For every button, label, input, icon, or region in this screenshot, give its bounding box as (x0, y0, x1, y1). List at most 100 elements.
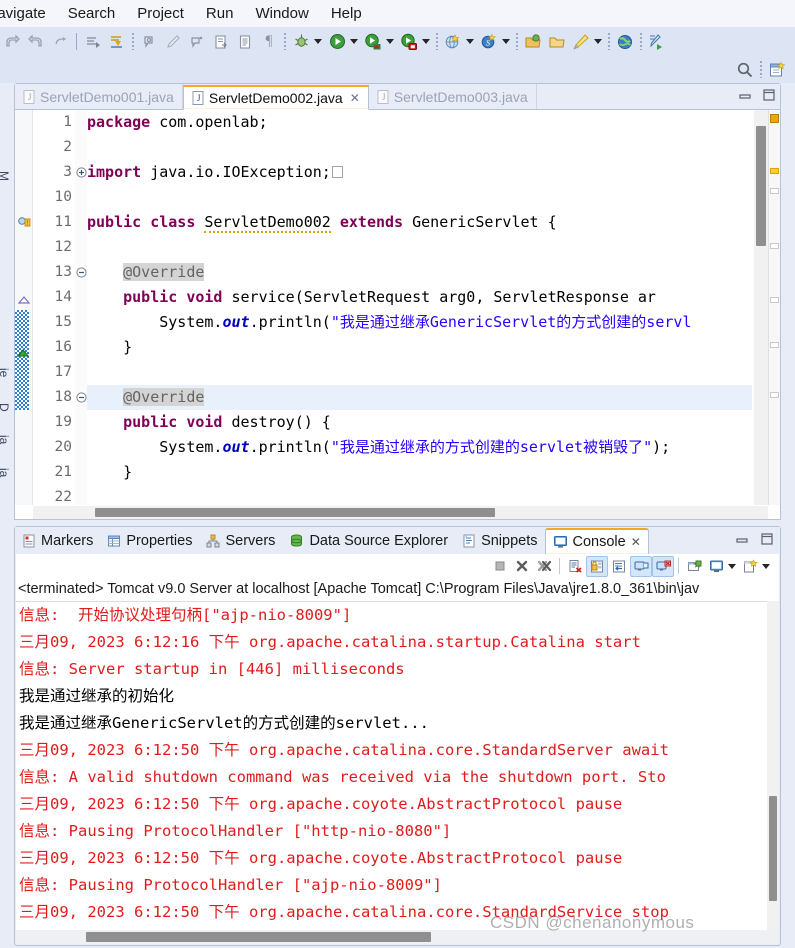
menu-item-run[interactable]: Run (195, 5, 245, 22)
menu-item-project[interactable]: Project (126, 5, 195, 22)
console-hscroll-thumb[interactable] (86, 932, 431, 942)
editor-horizontal-scrollbar[interactable] (33, 506, 768, 519)
console-vscroll-thumb[interactable] (769, 796, 777, 901)
remove-all-terminated-icon[interactable] (533, 556, 555, 577)
left-stub-label-4[interactable]: ja (0, 468, 11, 477)
menu-item-window[interactable]: Window (244, 5, 319, 22)
new-window-icon[interactable] (765, 58, 789, 82)
word-wrap-icon[interactable] (608, 556, 630, 577)
new-dynamic-web-project-dropdown-icon[interactable] (466, 39, 474, 44)
debug-dropdown-icon[interactable] (314, 39, 322, 44)
quick-access-icon[interactable] (569, 30, 593, 54)
left-stub-label-3[interactable]: ja (0, 435, 11, 444)
pin-console-icon[interactable] (683, 556, 705, 577)
run-as-server-icon[interactable] (361, 30, 385, 54)
editor-tab-servletdemo003[interactable]: J ServletDemo003.java (369, 84, 537, 109)
left-stub-label-2[interactable]: D (0, 403, 11, 412)
editor-scrollbar-thumb[interactable] (756, 126, 766, 246)
left-stub-label-1[interactable]: je (0, 368, 11, 377)
menu-item-navigate[interactable]: lavigate (0, 5, 57, 22)
bottom-tab-bar: Markers Properties Servers Data Source E… (15, 527, 780, 554)
data-source-explorer-icon (291, 534, 303, 547)
code-line-20: System.out.println("我是通过继承的方式创建的servlet被… (87, 438, 671, 456)
web-browser-icon[interactable] (613, 30, 637, 54)
quick-access-dropdown-icon[interactable] (594, 39, 602, 44)
tab-properties[interactable]: Properties (100, 528, 199, 554)
open-task-icon[interactable] (233, 30, 257, 54)
close-icon[interactable]: ✕ (631, 535, 641, 549)
fold-collapse-icon[interactable] (75, 260, 87, 285)
previous-annotation-icon[interactable] (105, 30, 129, 54)
open-type-icon[interactable] (209, 30, 233, 54)
redo-icon[interactable] (24, 30, 48, 54)
show-console-on-error-icon[interactable] (652, 555, 674, 577)
open-console-dropdown-icon[interactable] (762, 563, 770, 569)
show-console-on-output-icon[interactable] (630, 555, 652, 577)
tab-data-source-explorer[interactable]: Data Source Explorer (282, 528, 455, 554)
editor-tab-servletdemo002[interactable]: J ServletDemo002.java ✕ (182, 85, 369, 110)
source-code-text[interactable]: package com.openlab; import java.io.IOEx… (87, 110, 752, 505)
editor-tab-servletdemo001[interactable]: J ServletDemo001.java (15, 84, 183, 109)
overview-mark[interactable] (770, 188, 779, 194)
minimize-icon (736, 538, 748, 543)
fold-expand-icon[interactable] (75, 160, 87, 185)
console-vertical-scrollbar[interactable] (767, 601, 779, 930)
toggle-mark-occurrences-icon[interactable] (137, 30, 161, 54)
overview-mark[interactable] (770, 392, 779, 398)
scroll-lock-icon[interactable] (586, 555, 608, 577)
code-line-3: import java.io.IOException; (87, 160, 752, 185)
editor-overview-ruler[interactable] (768, 110, 780, 505)
tab-servers[interactable]: Servers (199, 528, 282, 554)
pencil-icon[interactable] (161, 30, 185, 54)
toolbar-dot-separator-6 (640, 33, 642, 50)
run-as-server-dropdown-icon[interactable] (386, 39, 394, 44)
console-horizontal-scrollbar[interactable] (16, 930, 779, 944)
fold-collapse-icon-2[interactable] (75, 385, 87, 410)
run-dropdown-icon[interactable] (350, 39, 358, 44)
last-edit-location-icon[interactable] (48, 30, 72, 54)
editor-marker-ruler[interactable]: ! (15, 110, 33, 505)
debug-icon[interactable] (289, 30, 313, 54)
new-server-dropdown-icon[interactable] (502, 39, 510, 44)
pilcrow-icon[interactable]: ¶ (257, 30, 281, 54)
open-folder-icon[interactable] (545, 30, 569, 54)
stop-server-icon[interactable] (397, 30, 421, 54)
clear-console-icon[interactable] (564, 556, 586, 577)
tab-console[interactable]: Console ✕ (544, 528, 649, 554)
tab-snippets[interactable]: Snippets (455, 528, 544, 554)
left-stub-label-0[interactable]: M (0, 171, 11, 181)
overview-mark[interactable] (770, 342, 779, 348)
new-server-icon[interactable]: S (477, 30, 501, 54)
close-icon[interactable]: ✕ (350, 91, 360, 105)
open-perspective-icon[interactable] (521, 30, 545, 54)
editor-hscroll-thumb[interactable] (95, 508, 495, 517)
code-editor-area[interactable]: ! 1 2 3 10 11 12 13 14 15 16 17 18 19 20… (15, 110, 780, 519)
open-console-icon[interactable] (739, 556, 761, 577)
tab-markers[interactable]: Markers (15, 528, 100, 554)
maximize-icon (763, 89, 775, 101)
undo-icon[interactable] (0, 30, 24, 54)
display-selected-console-icon[interactable] (705, 556, 727, 577)
new-annotation-icon[interactable] (185, 30, 209, 54)
search-icon[interactable] (733, 58, 757, 82)
overview-mark-error[interactable] (770, 114, 779, 123)
overview-mark[interactable] (770, 297, 779, 303)
overview-mark[interactable] (770, 243, 779, 249)
stop-server-dropdown-icon[interactable] (422, 39, 430, 44)
next-annotation-icon[interactable] (81, 30, 105, 54)
console-output[interactable]: 信息: 开始协议处理句柄["ajp-nio-8009"] 三月09, 2023 … (16, 601, 779, 930)
terminate-icon[interactable] (489, 556, 511, 577)
editor-vertical-scrollbar[interactable] (754, 110, 768, 505)
code-folding-column[interactable] (75, 110, 87, 505)
overview-mark-warning[interactable] (770, 168, 779, 174)
new-dynamic-web-project-icon[interactable] (441, 30, 465, 54)
menu-item-search[interactable]: Search (57, 5, 127, 22)
external-tools-icon[interactable] (645, 30, 669, 54)
line-number: 12 (54, 239, 72, 255)
display-selected-console-dropdown-icon[interactable] (728, 563, 736, 569)
remove-launch-icon[interactable] (511, 556, 533, 577)
run-icon[interactable] (325, 30, 349, 54)
menu-item-help[interactable]: Help (320, 5, 373, 22)
console-line: 信息: Server startup in [446] milliseconds (19, 660, 405, 678)
